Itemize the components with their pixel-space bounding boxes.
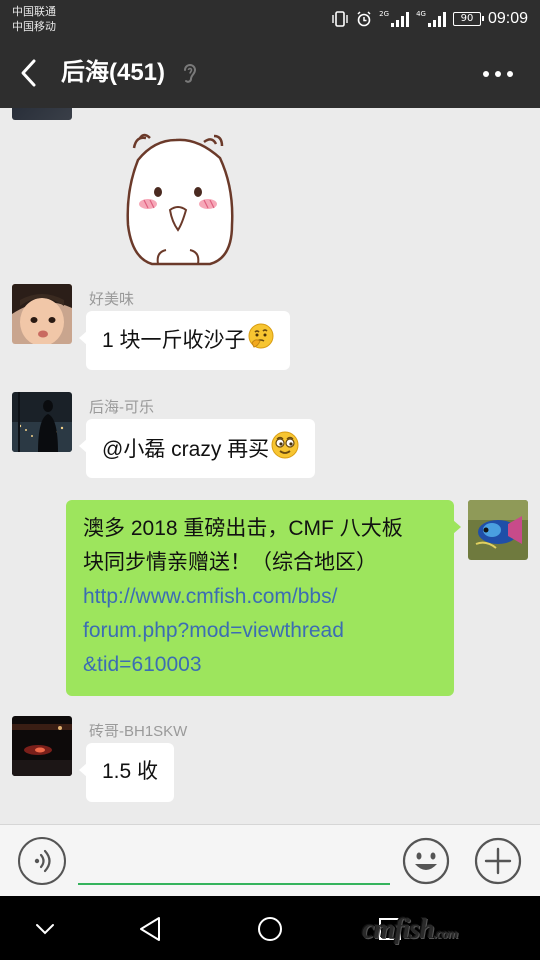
previous-sender-avatar[interactable] — [12, 108, 72, 120]
clock: 09:09 — [487, 10, 528, 27]
message-text: @小磊 crazy 再买 — [102, 438, 270, 462]
city-night-avatar-image — [12, 392, 72, 452]
night-road-avatar-image — [12, 716, 72, 776]
earpiece-mode-icon — [181, 61, 199, 89]
chevron-down-icon — [36, 924, 54, 935]
network-type-2: 4G — [416, 10, 426, 18]
own-message-bubble[interactable]: 澳多 2018 重磅出击，CMF 八大板 块同步情亲赠送！（综合地区） http… — [66, 500, 461, 696]
message-input[interactable] — [78, 839, 390, 885]
signal-icon-1 — [391, 11, 410, 27]
cute-bunny-sticker — [126, 133, 234, 266]
signal-icon-2 — [427, 11, 446, 27]
carrier-names: 中国联通 中国移动 — [12, 4, 56, 34]
fish-avatar-image — [468, 500, 528, 560]
more-functions-button[interactable] — [474, 837, 522, 885]
chevron-left-icon — [21, 59, 36, 87]
nav-back-button[interactable] — [133, 912, 167, 946]
sender-name: 好美味 — [89, 291, 135, 308]
carrier-2: 中国移动 — [12, 20, 56, 33]
thinking-face-icon — [248, 323, 274, 360]
back-button[interactable] — [12, 55, 48, 91]
nav-home-button[interactable] — [253, 912, 287, 946]
voice-wave-icon — [34, 849, 51, 873]
more-options-button[interactable] — [480, 64, 516, 84]
own-avatar[interactable] — [468, 500, 528, 560]
message-bubble[interactable]: 1.5 收 — [78, 743, 175, 802]
site-watermark: cmfish.com — [362, 914, 459, 946]
smiley-icon — [402, 837, 450, 885]
circle-home-icon — [258, 917, 282, 941]
network-type-1: 2G — [379, 10, 390, 18]
plus-icon — [474, 837, 522, 885]
emoji-button[interactable] — [402, 837, 450, 885]
watermark-main: cmfish — [362, 914, 435, 945]
message-link-line[interactable]: &tid=610003 — [83, 648, 438, 682]
baby-avatar-image — [12, 284, 72, 344]
triangle-back-icon — [140, 917, 160, 941]
message-bubble[interactable]: 1 块一斤收沙子 — [79, 311, 290, 370]
message-text-line: 块同步情亲赠送！（综合地区） — [83, 551, 377, 574]
vibrate-icon — [331, 11, 349, 27]
message-list[interactable]: 好美味 1 块一斤收沙子 后海-可乐 @小磊 crazy 再买 澳多 2018 … — [0, 108, 540, 824]
message-text-line: 澳多 2018 重磅出击，CMF 八大板 — [83, 517, 403, 540]
sticker-message[interactable] — [118, 130, 240, 272]
sender-avatar[interactable] — [12, 392, 72, 452]
smirking-face-icon — [271, 431, 299, 470]
message-text: 1.5 收 — [102, 760, 159, 783]
sender-avatar[interactable] — [12, 716, 72, 776]
battery-icon: 90 — [452, 12, 484, 26]
status-bar: 中国联通 中国移动 2G 4G 90 09:09 — [0, 0, 540, 38]
chat-title: 后海(451) — [61, 59, 166, 86]
status-icons: 2G 4G 90 09:09 — [331, 8, 528, 30]
system-nav-bar: cmfish.com — [0, 896, 540, 960]
watermark-suffix: .com — [433, 927, 459, 942]
message-text: 1 块一斤收沙子 — [102, 329, 246, 353]
sender-avatar[interactable] — [12, 284, 72, 344]
message-bubble[interactable]: @小磊 crazy 再买 — [78, 419, 316, 478]
message-link-line[interactable]: forum.php?mod=viewthread — [83, 614, 438, 648]
more-dots-icon — [483, 71, 513, 77]
alarm-icon — [356, 11, 372, 27]
nav-hide-button[interactable] — [28, 912, 62, 946]
message-link-line[interactable]: http://www.cmfish.com/bbs/ — [83, 580, 438, 614]
sender-name: 砖哥-BH1SKW — [89, 723, 188, 740]
voice-input-button[interactable] — [18, 837, 66, 885]
sender-name: 后海-可乐 — [89, 399, 154, 416]
carrier-1: 中国联通 — [12, 5, 56, 18]
chat-header: 后海(451) — [0, 38, 540, 108]
chat-input-bar — [0, 824, 540, 896]
